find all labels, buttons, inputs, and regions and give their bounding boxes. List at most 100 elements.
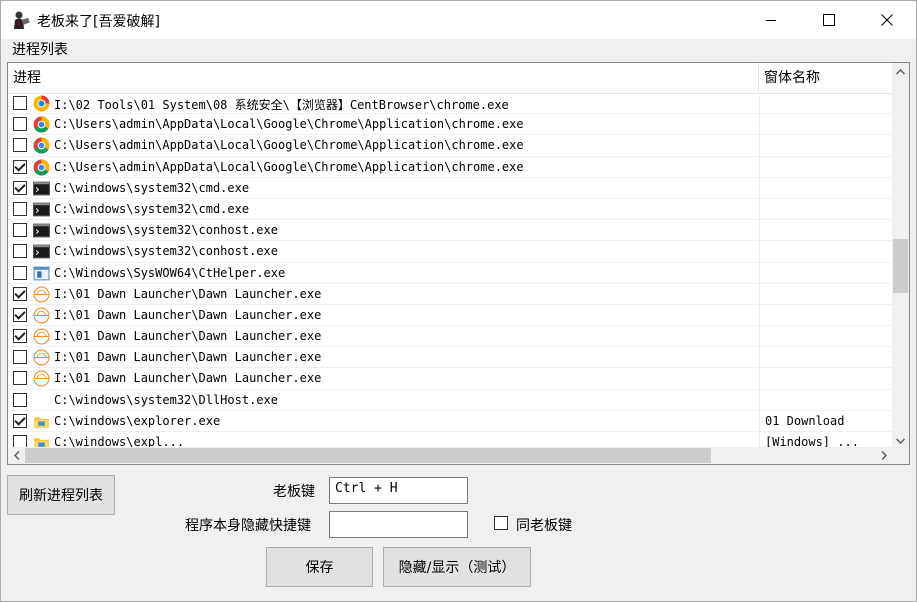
process-path: I:\01 Dawn Launcher\Dawn Launcher.exe — [54, 307, 322, 322]
process-row-checkbox[interactable] — [13, 350, 27, 365]
process-row[interactable]: C:\windows\explorer.exe 01 Download — [8, 410, 892, 432]
app-window-icon — [33, 265, 50, 282]
title-bar: 老板来了[吾爱破解] — [1, 1, 916, 39]
process-path: C:\Windows\SysWOW64\CtHelper.exe — [54, 265, 286, 280]
process-row[interactable]: C:\Windows\SysWOW64\CtHelper.exe — [8, 262, 892, 284]
process-row-checkbox[interactable] — [13, 138, 27, 153]
console-icon — [33, 180, 50, 197]
process-row-checkbox[interactable] — [13, 96, 27, 110]
process-row-checkbox[interactable] — [13, 117, 27, 132]
process-path: I:\02 Tools\01 System\08 系统安全\【浏览器】CentB… — [54, 98, 509, 112]
process-path: C:\windows\system32\cmd.exe — [54, 201, 250, 216]
scroll-right-icon[interactable] — [875, 447, 892, 464]
process-row[interactable]: C:\Users\admin\AppData\Local\Google\Chro… — [8, 114, 892, 136]
close-button[interactable] — [858, 1, 916, 39]
minimize-icon — [766, 20, 776, 21]
process-window-name — [759, 156, 892, 178]
process-listview[interactable]: 进程 窗体名称 I:\02 Tools\01 System\08 系统安全\【浏… — [7, 62, 910, 465]
process-row-checkbox[interactable] — [13, 201, 27, 216]
process-path: C:\Users\admin\AppData\Local\Google\Chro… — [54, 117, 524, 132]
horizontal-scrollbar[interactable] — [8, 447, 892, 464]
process-row-checkbox[interactable] — [13, 223, 27, 238]
process-row-checkbox[interactable] — [13, 286, 27, 301]
process-window-name: 01 Download — [759, 410, 892, 432]
vertical-scrollbar[interactable] — [892, 63, 909, 449]
process-path: I:\01 Dawn Launcher\Dawn Launcher.exe — [54, 329, 322, 344]
process-path: C:\windows\explorer.exe — [54, 413, 221, 428]
process-row-checkbox[interactable] — [13, 307, 27, 322]
self-hide-hotkey-input[interactable] — [329, 511, 468, 538]
scrollbar-corner — [892, 447, 909, 464]
process-row[interactable]: C:\windows\system32\conhost.exe — [8, 220, 892, 242]
centbrowser-icon — [33, 95, 50, 112]
close-icon — [881, 14, 893, 26]
boss-icon — [14, 11, 30, 29]
process-path: I:\01 Dawn Launcher\Dawn Launcher.exe — [54, 286, 322, 301]
process-row[interactable]: C:\windows\system32\cmd.exe — [8, 177, 892, 199]
scroll-up-icon[interactable] — [892, 63, 909, 80]
dawn-launcher-icon — [33, 370, 50, 387]
process-row[interactable]: I:\01 Dawn Launcher\Dawn Launcher.exe — [8, 368, 892, 390]
dawn-launcher-icon — [33, 349, 50, 366]
process-path: C:\windows\system32\conhost.exe — [54, 244, 278, 259]
dawn-launcher-icon — [33, 307, 50, 324]
process-window-name — [759, 262, 892, 284]
process-row-checkbox[interactable] — [13, 392, 27, 407]
toggle-hide-show-button[interactable]: 隐藏/显示（测试） — [383, 547, 531, 587]
process-window-name — [759, 93, 892, 114]
process-row-checkbox[interactable] — [13, 159, 27, 174]
console-icon — [33, 243, 50, 260]
process-path: I:\01 Dawn Launcher\Dawn Launcher.exe — [54, 371, 322, 386]
boss-key-label: 老板键 — [273, 484, 315, 500]
self-hide-hotkey-label: 程序本身隐藏快捷键 — [185, 518, 311, 534]
process-row[interactable]: C:\windows\system32\conhost.exe — [8, 241, 892, 263]
process-window-name — [759, 198, 892, 220]
process-row-checkbox[interactable] — [13, 371, 27, 386]
window-title: 老板来了[吾爱破解] — [37, 14, 160, 30]
process-row[interactable]: I:\01 Dawn Launcher\Dawn Launcher.exe — [8, 347, 892, 369]
column-header-process[interactable]: 进程 — [8, 63, 759, 93]
dawn-launcher-icon — [33, 286, 50, 303]
maximize-button[interactable] — [800, 1, 858, 39]
explorer-icon — [33, 413, 50, 430]
process-row-checkbox[interactable] — [13, 413, 27, 428]
process-row-checkbox[interactable] — [13, 329, 27, 344]
save-button[interactable]: 保存 — [266, 547, 373, 587]
process-row[interactable]: C:\windows\system32\DllHost.exe — [8, 389, 892, 411]
process-row-checkbox[interactable] — [13, 265, 27, 280]
process-row[interactable]: I:\02 Tools\01 System\08 系统安全\【浏览器】CentB… — [8, 93, 892, 115]
process-rows: I:\02 Tools\01 System\08 系统安全\【浏览器】CentB… — [8, 93, 892, 450]
process-window-name — [759, 283, 892, 305]
process-window-name — [759, 114, 892, 136]
process-window-name — [759, 135, 892, 157]
console-icon — [33, 222, 50, 239]
process-row-checkbox[interactable] — [13, 180, 27, 195]
process-row-checkbox[interactable] — [13, 244, 27, 259]
process-row[interactable]: C:\windows\system32\cmd.exe — [8, 198, 892, 221]
app-window: 老板来了[吾爱破解] 进程列表 进程 窗体名称 I:\02 Tools\01 S… — [0, 0, 917, 602]
process-row[interactable]: C:\Users\admin\AppData\Local\Google\Chro… — [8, 156, 892, 178]
process-row[interactable]: I:\01 Dawn Launcher\Dawn Launcher.exe — [8, 326, 892, 348]
minimize-button[interactable] — [742, 1, 800, 39]
chrome-icon — [33, 116, 50, 133]
scroll-left-icon[interactable] — [8, 447, 25, 464]
console-icon — [33, 201, 50, 218]
chrome-icon — [33, 159, 50, 176]
same-as-boss-key-checkbox[interactable] — [494, 516, 508, 530]
dawn-launcher-icon — [33, 328, 50, 345]
process-row[interactable]: C:\Users\admin\AppData\Local\Google\Chro… — [8, 135, 892, 157]
boss-key-input[interactable]: Ctrl + H — [329, 477, 468, 504]
column-header-window-name[interactable]: 窗体名称 — [759, 63, 892, 93]
maximize-icon — [823, 14, 835, 26]
vertical-scroll-thumb[interactable] — [893, 239, 908, 293]
process-window-name — [759, 304, 892, 326]
process-path: C:\Users\admin\AppData\Local\Google\Chro… — [54, 138, 524, 153]
process-path: I:\01 Dawn Launcher\Dawn Launcher.exe — [54, 350, 322, 365]
process-window-name — [759, 368, 892, 390]
list-header: 进程 窗体名称 — [8, 63, 892, 94]
process-path: C:\windows\system32\cmd.exe — [54, 180, 250, 195]
process-row[interactable]: I:\01 Dawn Launcher\Dawn Launcher.exe — [8, 283, 892, 305]
process-row[interactable]: I:\01 Dawn Launcher\Dawn Launcher.exe — [8, 304, 892, 327]
refresh-process-list-button[interactable]: 刷新进程列表 — [7, 475, 115, 515]
horizontal-scroll-thumb[interactable] — [25, 448, 711, 463]
